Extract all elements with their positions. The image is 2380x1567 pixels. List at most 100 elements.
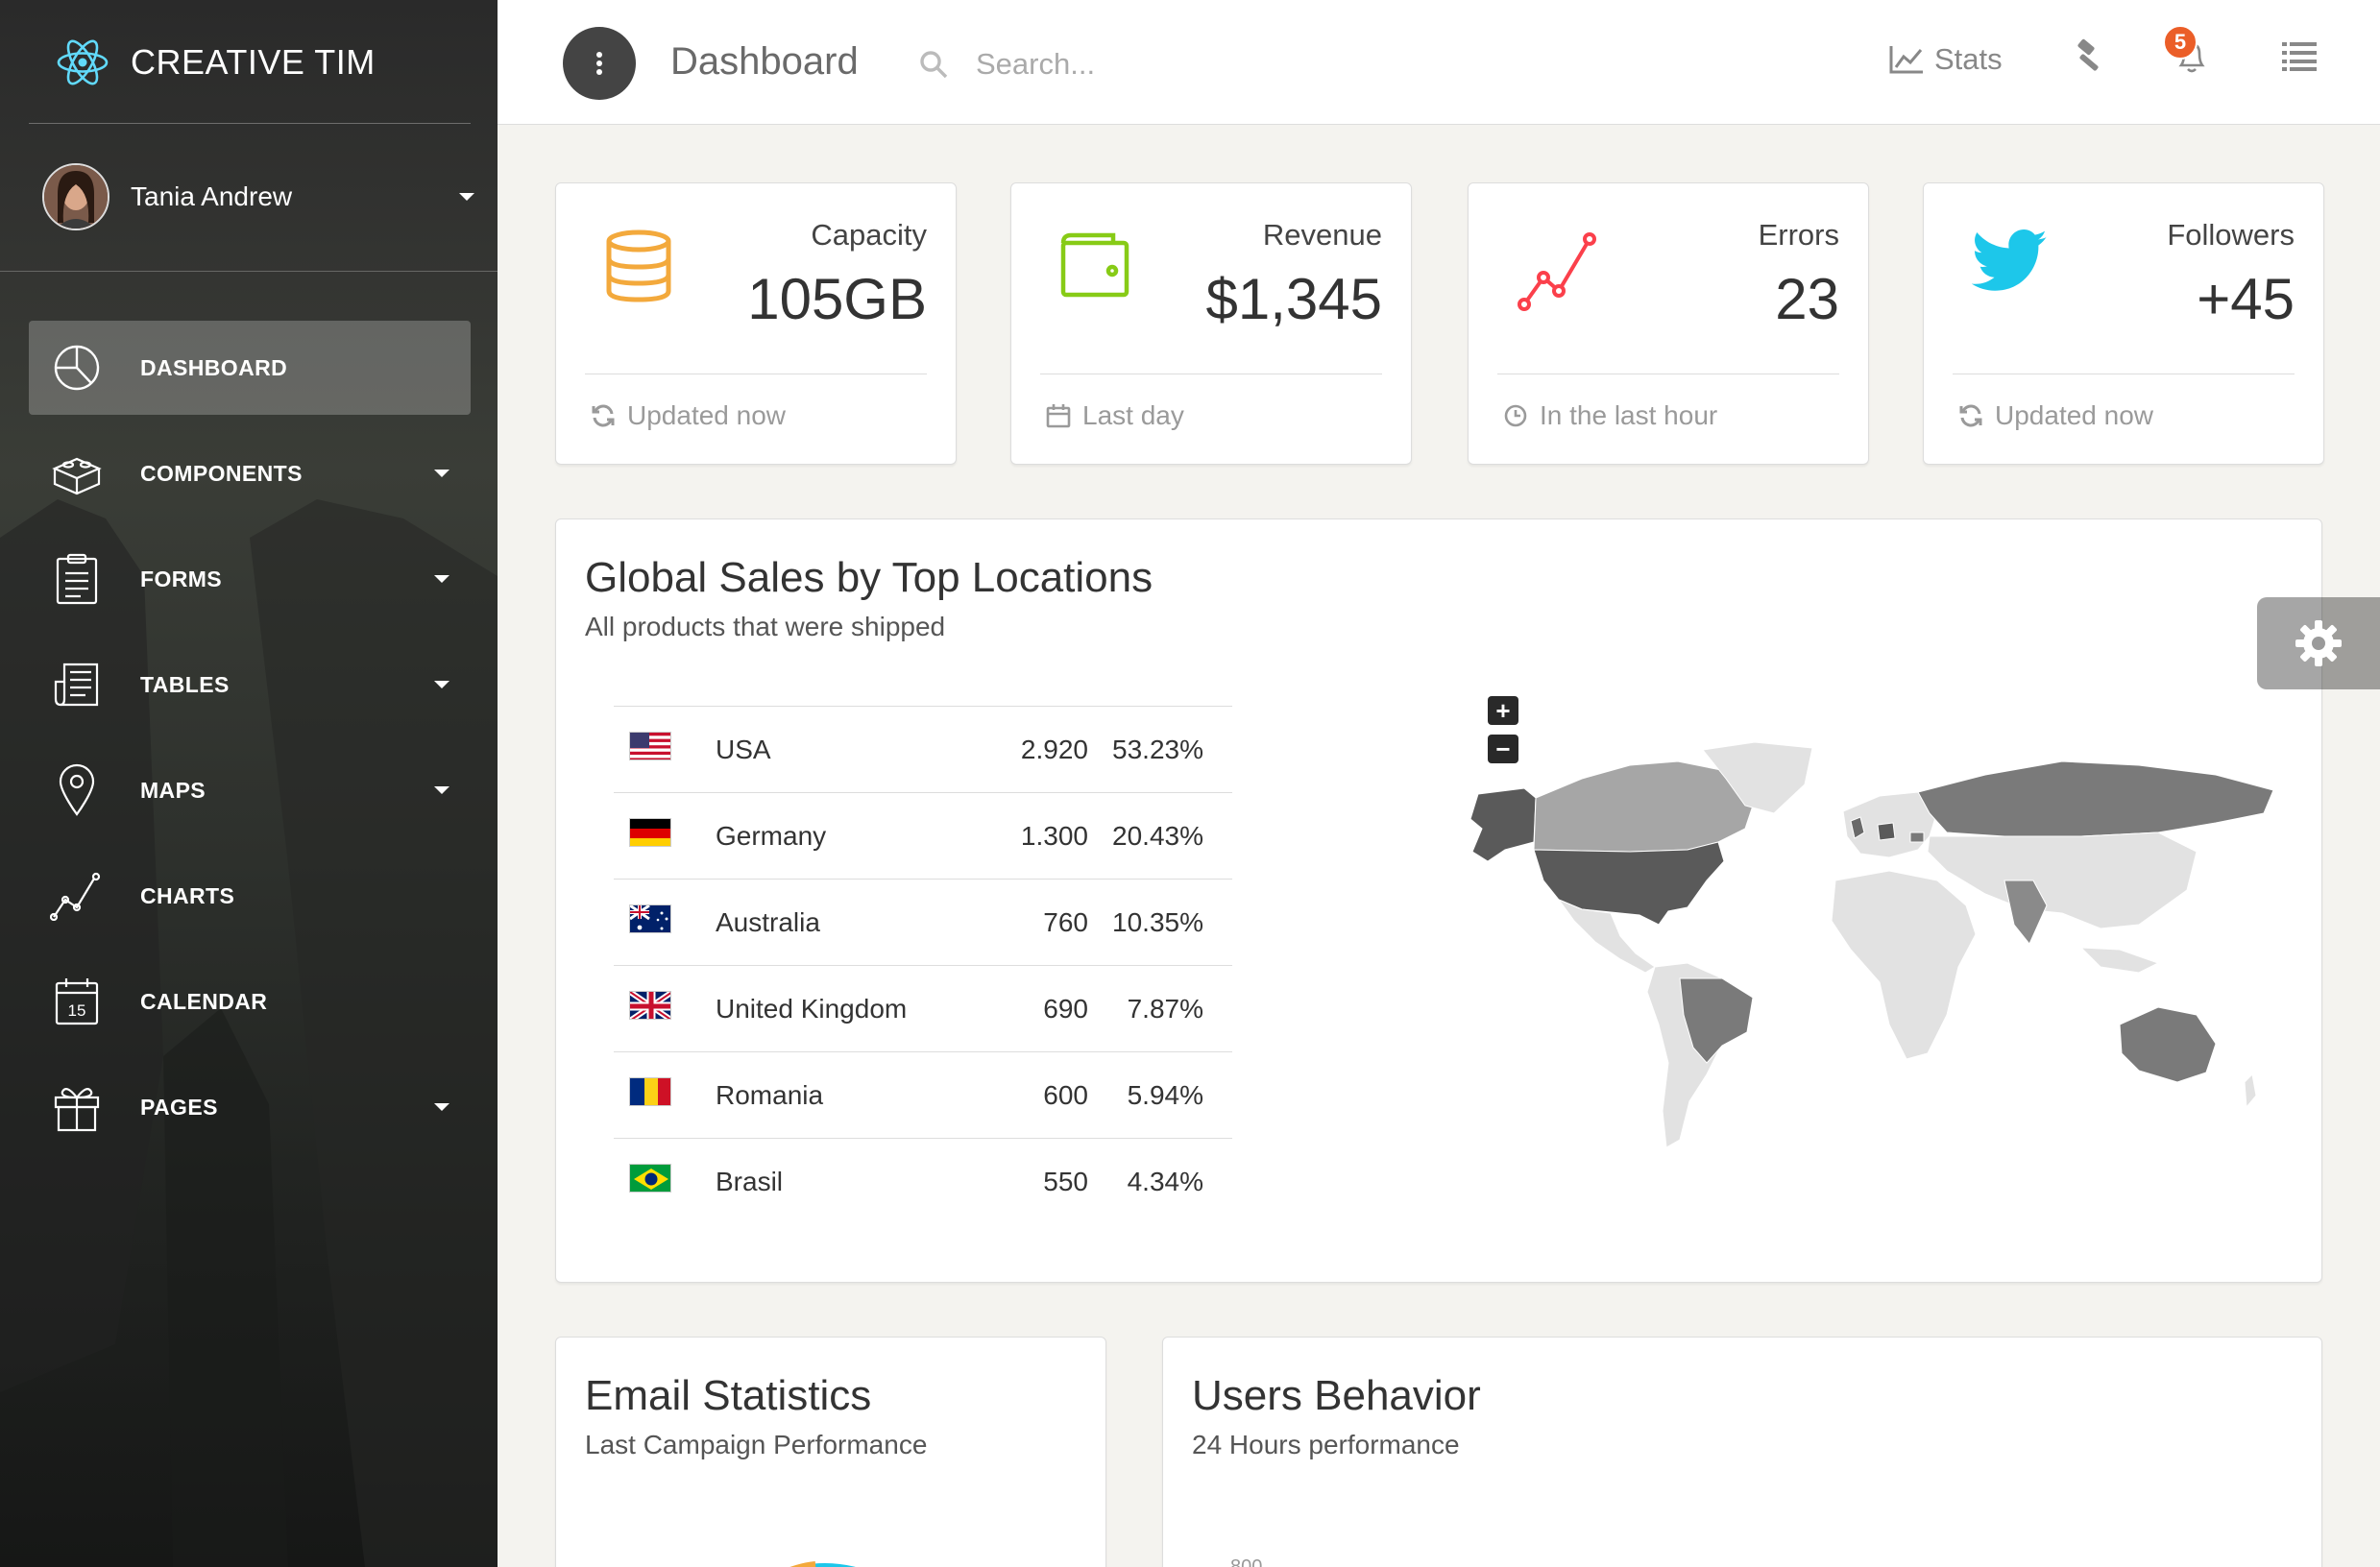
map-pin-icon <box>50 763 104 817</box>
stat-footer-text: In the last hour <box>1540 400 1718 430</box>
sidebar-item-components[interactable]: COMPONENTS <box>29 426 471 520</box>
refresh-icon <box>1959 404 1982 427</box>
react-logo-icon <box>57 39 109 85</box>
stat-card-capacity: Capacity 105GB Updated now <box>555 182 957 465</box>
gift-icon <box>50 1080 104 1134</box>
gavel-icon[interactable] <box>2073 38 2105 78</box>
sidebar-item-label: PAGES <box>140 1094 218 1120</box>
stat-footer: Updated now <box>591 400 786 431</box>
world-map[interactable] <box>1467 736 2293 1178</box>
stat-footer-text: Updated now <box>627 400 787 430</box>
flag-brazil-icon <box>629 1164 671 1193</box>
stat-card-errors: Errors 23 In the last hour <box>1468 182 1869 465</box>
divider <box>29 123 471 124</box>
map-zoom-in-button[interactable]: + <box>1488 696 1518 725</box>
country-name: Germany <box>716 820 827 851</box>
sidebar-item-label: COMPONENTS <box>140 460 303 486</box>
pie-chart-peek <box>789 1561 856 1567</box>
map-region-africa <box>1831 870 1977 1060</box>
map-region-new-zealand <box>2244 1073 2257 1109</box>
country-name: Australia <box>716 906 820 937</box>
page-title[interactable]: Dashboard <box>670 40 859 84</box>
stat-footer-text: Last day <box>1082 400 1184 430</box>
sales-value: 1.300 <box>1020 820 1088 851</box>
flag-usa-icon <box>629 732 671 760</box>
stats-link[interactable]: Stats <box>1888 42 2003 77</box>
card-subtitle: 24 Hours performance <box>1192 1430 1460 1459</box>
map-region-germany <box>1877 822 1896 841</box>
users-behavior-card: Users Behavior 24 Hours performance 800 <box>1162 1337 2322 1567</box>
sidebar-item-label: DASHBOARD <box>140 354 288 380</box>
chevron-down-icon <box>434 1103 449 1111</box>
country-name: United Kingdom <box>716 993 908 1024</box>
country-name: Romania <box>716 1079 824 1110</box>
brand-name[interactable]: CREATIVE TIM <box>131 42 376 83</box>
card-subtitle: Last Campaign Performance <box>585 1430 928 1459</box>
sidebar-item-dashboard[interactable]: DASHBOARD <box>29 321 471 415</box>
newspaper-icon <box>50 658 104 711</box>
calendar-icon: 15 <box>50 975 104 1028</box>
sidebar-item-forms[interactable]: FORMS <box>29 532 471 626</box>
chevron-down-icon <box>434 681 449 688</box>
sidebar-item-maps[interactable]: MAPS <box>29 743 471 837</box>
stat-footer: Updated now <box>1958 400 2153 431</box>
user-name: Tania Andrew <box>131 181 293 211</box>
sales-percent: 20.43% <box>1112 820 1203 851</box>
stat-card-followers: Followers +45 Updated now <box>1923 182 2324 465</box>
flag-australia-icon <box>629 904 671 933</box>
top-navbar: Dashboard Stats 5 <box>498 0 2380 125</box>
lego-icon <box>50 446 104 500</box>
sidebar-item-charts[interactable]: CHARTS <box>29 849 471 943</box>
stat-footer-text: Updated now <box>1995 400 2154 430</box>
sales-percent: 53.23% <box>1112 734 1203 764</box>
table-row: Australia 760 10.35% <box>614 879 1232 966</box>
avatar <box>42 163 109 230</box>
chevron-down-icon <box>459 193 474 201</box>
sales-value: 760 <box>1043 906 1088 937</box>
table-row: Brasil 550 4.34% <box>614 1138 1232 1225</box>
sidebar-item-label: MAPS <box>140 777 206 803</box>
sidebar-toggle-button[interactable] <box>563 27 636 100</box>
sales-value: 600 <box>1043 1079 1088 1110</box>
database-icon <box>604 229 673 309</box>
brand-logo[interactable] <box>56 38 109 86</box>
settings-plugin-button[interactable] <box>2257 597 2380 689</box>
map-region-alaska <box>1469 787 1537 862</box>
pie-chart-icon <box>50 341 104 395</box>
sidebar-item-pages[interactable]: PAGES <box>29 1060 471 1154</box>
user-menu[interactable]: Tania Andrew <box>42 161 474 232</box>
stat-label: Followers <box>2167 218 2295 252</box>
global-sales-card: Global Sales by Top Locations All produc… <box>555 518 2322 1283</box>
flag-germany-icon <box>629 818 671 847</box>
stat-footer: In the last hour <box>1503 400 1717 431</box>
refresh-icon <box>592 404 615 427</box>
sidebar-item-tables[interactable]: TABLES <box>29 638 471 732</box>
chart-axis-label: 800 <box>1230 1556 1263 1567</box>
email-statistics-card: Email Statistics Last Campaign Performan… <box>555 1337 1106 1567</box>
wallet-icon <box>1059 229 1130 303</box>
flag-romania-icon <box>629 1077 671 1106</box>
calendar-icon <box>1046 404 1071 428</box>
sidebar-item-label: TABLES <box>140 671 230 697</box>
chart-line-icon <box>50 869 104 923</box>
list-menu-icon[interactable] <box>2282 42 2317 76</box>
gear-icon <box>2295 620 2342 666</box>
search-input[interactable] <box>976 47 1264 82</box>
country-name: Brasil <box>716 1166 784 1196</box>
card-title: Users Behavior <box>1192 1372 1481 1419</box>
stat-label: Errors <box>1758 218 1839 252</box>
stat-label: Capacity <box>811 218 927 252</box>
sidebar-nav: DASHBOARD COMPONENTS FORMS TABLES MAPS C… <box>29 321 471 1166</box>
stat-value: +45 <box>2197 267 2295 331</box>
sales-percent: 10.35% <box>1112 906 1203 937</box>
sidebar-item-label: CALENDAR <box>140 988 268 1014</box>
sidebar-item-calendar[interactable]: 15 CALENDAR <box>29 954 471 1049</box>
card-title: Email Statistics <box>585 1372 872 1419</box>
clipboard-icon <box>50 552 104 606</box>
country-name: USA <box>716 734 771 764</box>
map-region-southeast-asia <box>2079 947 2160 974</box>
sidebar: CREATIVE TIM Tania Andrew DASHBOARD COMP… <box>0 0 498 1567</box>
sales-table: USA 2.920 53.23% Germany 1.300 20.43% Au… <box>614 706 1232 1225</box>
stat-value: 23 <box>1775 267 1839 331</box>
chevron-down-icon <box>434 470 449 477</box>
